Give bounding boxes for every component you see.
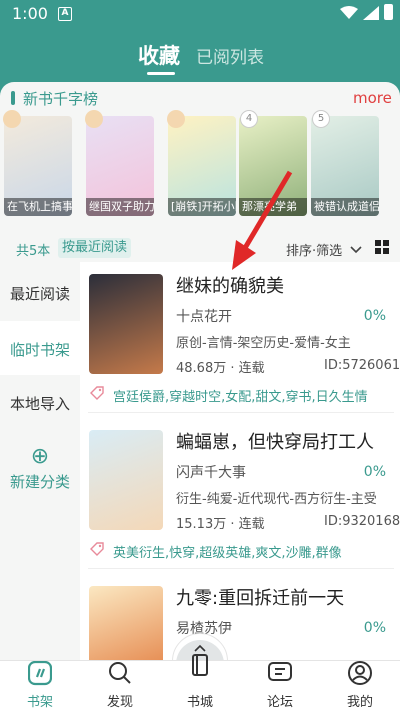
ranking-book[interactable]: 继国双子助力: [86, 116, 154, 216]
battery-icon: [384, 4, 393, 20]
tag-icon: [90, 386, 104, 400]
ranking-book[interactable]: 在飞机上搞事: [4, 116, 72, 216]
book-title: 九零:重回拆迁前一天: [176, 588, 345, 609]
book-author: 闪声千大事: [176, 465, 246, 481]
rank-medal-icon: [3, 110, 21, 128]
book-genre: 衍生-纯爱-近代现代-西方衍生-主受: [176, 492, 377, 507]
nav-bookstore-label: 书城: [186, 695, 213, 710]
ranking-book-caption: [崩铁]开拓小队: [168, 198, 236, 216]
user-icon: [348, 661, 372, 685]
book-title: 蝙蝠崽，但快穿局打工人: [176, 432, 374, 453]
ranking-book-caption: 被错认成道侣: [311, 198, 379, 216]
book-list: 继妹的确貌美十点花开 0% 原创-言情-架空历史-爱情-女主 48.68万 · 连载 I…: [80, 262, 400, 662]
rank-medal-icon: [85, 110, 103, 128]
ranking-book[interactable]: [崩铁]开拓小队: [168, 116, 236, 216]
rank-number-badge: 5: [312, 110, 330, 128]
nav-bookstore[interactable]: 书城: [170, 644, 230, 710]
tab-active-indicator: [147, 72, 175, 75]
ranking-book[interactable]: 被错认成道侣: [311, 116, 379, 216]
tab-read-list[interactable]: 已阅列表: [196, 43, 264, 68]
book-item[interactable]: 继妹的确貌美十点花开 0% 原创-言情-架空历史-爱情-女主 48.68万 · 连载 I…: [88, 262, 400, 413]
book-progress: 0%: [363, 620, 386, 636]
book-cover: [89, 586, 163, 662]
ranking-title-bar: [11, 91, 15, 105]
sidebar-item-local-import[interactable]: 本地导入: [0, 375, 80, 433]
nav-shelf[interactable]: 书架: [10, 661, 70, 710]
book-progress: 0%: [363, 464, 386, 480]
book-author: 十点花开: [176, 309, 232, 325]
search-icon: [109, 662, 131, 684]
book-id: ID:9320168: [324, 513, 400, 529]
chevron-up-icon: [194, 644, 206, 652]
book-cover: [89, 274, 163, 374]
ranking-book[interactable]: 那漂亮学弟: [239, 116, 307, 216]
sort-recent-chip[interactable]: 按最近阅读: [58, 238, 132, 258]
book-stats: 15.13万 · 连载: [176, 517, 265, 532]
book-id-label: ID:9320168: [324, 514, 400, 529]
book-genre: 原创-言情-架空历史-爱情-女主: [176, 336, 351, 351]
book-count: 共5本: [16, 244, 51, 259]
bottom-nav: 书架 发现 书城 论坛 我的: [0, 644, 400, 710]
divider: [88, 412, 394, 413]
status-time: 1:00: [12, 4, 48, 23]
book-icon: [192, 654, 208, 676]
nav-mine-label: 我的: [346, 695, 373, 710]
book-item[interactable]: 九零:重回拆迁前一天 易楂苏伊 0%: [88, 574, 394, 662]
tag-icon: [90, 542, 104, 556]
sidebar-item-recent[interactable]: 最近阅读: [0, 265, 80, 323]
book-title: 继妹的确貌美: [176, 276, 284, 297]
signal-icon: [363, 6, 379, 20]
divider: [88, 568, 394, 569]
rank-number-badge: 4: [240, 110, 258, 128]
wifi-icon: [340, 6, 358, 19]
chevron-down-icon: [350, 246, 362, 254]
sort-filter-button[interactable]: 排序·筛选: [286, 240, 362, 259]
book-item[interactable]: 蝙蝠崽，但快穿局打工人闪声千大事 0% 衍生-纯爱-近代现代-西方衍生-主受 15.1…: [88, 418, 400, 569]
sort-filter-label: 排序·筛选: [286, 244, 343, 259]
book-id-label: ID:5726061: [324, 358, 400, 373]
book-tags: 宫廷侯爵,穿越时空,女配,甜文,穿书,日久生情: [113, 390, 368, 405]
chat-icon: [268, 662, 292, 681]
sidebar-item-temp-shelf[interactable]: 临时书架: [0, 321, 80, 379]
book-stats: 48.68万 · 连载: [176, 361, 265, 376]
add-circle-icon: ⊕: [30, 444, 50, 469]
status-bar: 1:00 A: [0, 0, 400, 28]
book-progress: 0%: [363, 308, 386, 324]
ranking-book-caption: 继国双子助力: [86, 198, 154, 216]
nav-forum-label: 论坛: [266, 695, 293, 710]
grid-view-icon[interactable]: [375, 240, 389, 254]
nav-discover[interactable]: 发现: [90, 661, 150, 710]
notification-icon: A: [58, 7, 72, 21]
ranking-book-caption: 那漂亮学弟: [239, 198, 307, 216]
nav-forum[interactable]: 论坛: [250, 661, 310, 710]
tab-collect[interactable]: 收藏: [138, 40, 180, 70]
shelf-icon: [28, 661, 52, 686]
new-category-label: 新建分类: [9, 473, 70, 491]
ranking-more-link[interactable]: more: [353, 89, 392, 107]
nav-shelf-label: 书架: [26, 695, 53, 710]
rank-medal-icon: [167, 110, 185, 128]
nav-mine[interactable]: 我的: [330, 661, 390, 710]
sidebar-new-category[interactable]: ⊕ 新建分类: [0, 438, 80, 512]
ranking-title: 新书千字榜: [23, 90, 99, 108]
book-id: ID:5726061: [324, 357, 400, 373]
nav-discover-label: 发现: [106, 695, 133, 710]
ranking-book-caption: 在飞机上搞事: [4, 198, 72, 216]
book-cover: [89, 430, 163, 530]
book-tags: 英美衍生,快穿,超级英雄,爽文,沙雕,群像: [113, 546, 342, 561]
